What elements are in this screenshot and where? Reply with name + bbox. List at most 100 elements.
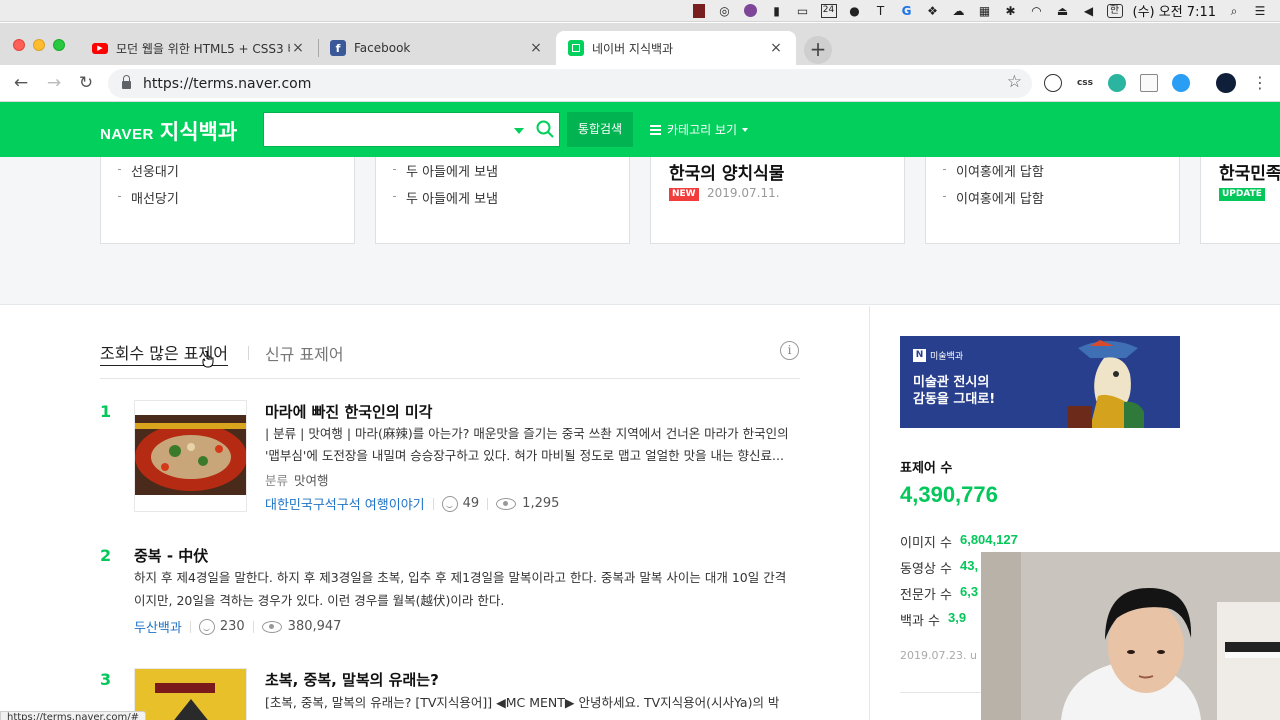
entry-title[interactable]: 마라에 빠진 한국인의 미각 bbox=[265, 401, 432, 422]
bluetooth-icon[interactable]: ✱ bbox=[1003, 4, 1019, 18]
url-text[interactable]: https://terms.naver.com bbox=[143, 76, 311, 92]
smile-icon[interactable] bbox=[198, 618, 215, 635]
tab-label: Facebook bbox=[354, 41, 411, 55]
naver-header: NAVER 지식백과 통합검색 카테고리 보기 bbox=[0, 102, 1280, 157]
css-extension-icon[interactable]: css bbox=[1076, 74, 1094, 92]
grid-icon[interactable]: ▦ bbox=[977, 4, 993, 18]
card-title[interactable]: 한국민족 bbox=[1219, 159, 1280, 184]
chat-bubble-icon[interactable]: ● bbox=[847, 4, 863, 18]
screen-recorder-icon[interactable] bbox=[691, 3, 707, 18]
entry-thumbnail[interactable] bbox=[134, 668, 247, 720]
cloud-sync-icon[interactable]: ◎ bbox=[717, 4, 733, 18]
extension-teal-icon[interactable] bbox=[1108, 74, 1126, 92]
address-bar[interactable]: https://terms.naver.com ☆ bbox=[108, 69, 1032, 98]
featured-card[interactable]: 선웅대기 매선당기 bbox=[100, 157, 355, 244]
search-input[interactable] bbox=[272, 119, 508, 141]
calendar-icon[interactable]: 24 bbox=[820, 3, 837, 18]
menubar-clock[interactable]: (수) 오전 7:11 bbox=[1133, 1, 1216, 20]
close-icon[interactable]: × bbox=[768, 40, 784, 56]
window-zoom-button[interactable] bbox=[53, 39, 65, 51]
info-icon[interactable]: i bbox=[780, 341, 799, 360]
entry-category: 분류 맛여행 bbox=[265, 473, 329, 488]
featured-card[interactable]: 이여홍에게 답함 이여홍에게 답함 bbox=[925, 157, 1180, 244]
category-label: 카테고리 보기 bbox=[667, 123, 738, 137]
stats-date: 2019.07.23. u bbox=[900, 649, 977, 662]
tab-youtube[interactable]: ▶ 모던 웹을 위한 HTML5 + CSS3 바 × bbox=[80, 31, 318, 65]
forward-button[interactable]: → bbox=[42, 71, 66, 95]
card-item[interactable]: 이여홍에게 답함 bbox=[943, 161, 1044, 180]
tab-naver-terms[interactable]: 네이버 지식백과 × bbox=[556, 31, 796, 65]
entry-description: '맵부심'에 도전장을 내밀며 승승장구하고 있다. 혀가 마비될 정도로 맵고… bbox=[265, 448, 784, 463]
dropbox-icon[interactable]: ❖ bbox=[925, 4, 941, 18]
spotlight-search-icon[interactable]: ⌕ bbox=[1226, 4, 1242, 18]
entry-count-title: 표제어 수 bbox=[900, 461, 953, 476]
chevron-down-icon bbox=[742, 127, 749, 132]
stat-row: 전문가 수 6,3 bbox=[900, 584, 979, 603]
back-button[interactable]: ← bbox=[9, 71, 33, 95]
featured-card[interactable]: 한국민족 UPDATE bbox=[1200, 157, 1280, 244]
input-method-icon[interactable]: 한 bbox=[1106, 3, 1123, 18]
wifi-icon[interactable]: ◠ bbox=[1029, 4, 1045, 18]
eject-icon[interactable]: ⏏ bbox=[1055, 4, 1071, 18]
tab-label: 모던 웹을 위한 HTML5 + CSS3 바 bbox=[116, 41, 290, 56]
entry-title[interactable]: 초복, 중복, 말복의 유래는? bbox=[265, 669, 439, 690]
card-item[interactable]: 이여홍에게 답함 bbox=[943, 188, 1044, 207]
update-badge: UPDATE bbox=[1219, 188, 1265, 201]
notification-center-icon[interactable]: ☰ bbox=[1252, 4, 1268, 18]
browser-tabstrip: ▶ 모던 웹을 위한 HTML5 + CSS3 바 × f Facebook ×… bbox=[0, 23, 1280, 65]
search-icon[interactable] bbox=[536, 120, 554, 138]
extension-globe-icon[interactable] bbox=[1172, 74, 1190, 92]
card-item[interactable]: 매선당기 bbox=[118, 188, 179, 207]
cloud-upload-icon[interactable]: ☁ bbox=[951, 4, 967, 18]
eye-icon bbox=[496, 497, 517, 510]
card-item[interactable]: 선웅대기 bbox=[118, 161, 179, 180]
extension-window-icon[interactable] bbox=[1140, 74, 1158, 92]
popular-entries-section: 조회수 많은 표제어 신규 표제어 i 1 마라에 빠진 한국인의 미각 | 분… bbox=[0, 306, 870, 720]
entry-count-total: 4,390,776 bbox=[900, 482, 998, 507]
reload-button[interactable]: ↻ bbox=[74, 71, 98, 95]
window-icon[interactable]: ▭ bbox=[795, 4, 811, 18]
art-encyclopedia-banner[interactable]: N 미술백과 미술관 전시의 감동을 그대로! bbox=[900, 336, 1180, 428]
extension-dark-icon[interactable] bbox=[1044, 74, 1062, 92]
window-close-button[interactable] bbox=[13, 39, 25, 51]
tab-facebook[interactable]: f Facebook × bbox=[318, 31, 556, 65]
tab-label: 네이버 지식백과 bbox=[592, 41, 674, 56]
integrated-search-button[interactable]: 통합검색 bbox=[567, 112, 633, 147]
volume-icon[interactable]: ◀ bbox=[1081, 4, 1097, 18]
card-title[interactable]: 한국의 양치식물 bbox=[669, 159, 784, 184]
text-tool-icon[interactable]: T bbox=[873, 4, 889, 18]
bookmark-icon[interactable]: ▮ bbox=[769, 4, 785, 18]
featured-card[interactable]: 한국의 양치식물 NEW 2019.07.11. bbox=[650, 157, 905, 244]
chrome-menu-icon[interactable]: ⋮ bbox=[1248, 71, 1272, 95]
webcam-image bbox=[981, 552, 1280, 720]
hand-cursor-icon bbox=[202, 351, 214, 368]
naver-logo[interactable]: NAVER 지식백과 bbox=[100, 116, 237, 146]
tor-icon[interactable] bbox=[743, 4, 759, 18]
smile-icon[interactable] bbox=[441, 495, 458, 512]
lock-icon bbox=[122, 75, 131, 89]
entry-thumbnail[interactable] bbox=[134, 400, 247, 512]
google-icon[interactable]: G bbox=[899, 4, 915, 18]
category-view-button[interactable]: 카테고리 보기 bbox=[650, 121, 749, 138]
new-badge: NEW bbox=[669, 188, 699, 201]
window-minimize-button[interactable] bbox=[33, 39, 45, 51]
card-item[interactable]: 두 아들에게 보냄 bbox=[393, 188, 498, 207]
entry-description: 하지 후 제4경일을 말한다. 하지 후 제3경일을 초복, 입추 후 제1경일… bbox=[134, 570, 787, 585]
profile-avatar[interactable] bbox=[1216, 73, 1236, 93]
close-icon[interactable]: × bbox=[290, 40, 306, 56]
entry-source-link[interactable]: 대한민국구석구석 여행이야기 bbox=[265, 494, 425, 513]
autocomplete-toggle-icon[interactable] bbox=[514, 128, 524, 134]
mala-dish-image bbox=[135, 401, 246, 511]
search-box bbox=[263, 112, 560, 147]
tab-new-entries[interactable]: 신규 표제어 bbox=[265, 341, 344, 365]
featured-card[interactable]: 두 아들에게 보냄 두 아들에게 보냄 bbox=[375, 157, 630, 244]
like-count: 230 bbox=[219, 619, 245, 634]
close-icon[interactable]: × bbox=[528, 40, 544, 56]
card-date: 2019.07.11. bbox=[707, 186, 780, 200]
card-item[interactable]: 두 아들에게 보냄 bbox=[393, 161, 498, 180]
entry-title[interactable]: 중복 - 中伏 bbox=[134, 545, 208, 566]
bookmark-star-icon[interactable]: ☆ bbox=[1007, 72, 1022, 92]
entry-source-link[interactable]: 두산백과 bbox=[134, 617, 182, 636]
new-tab-button[interactable]: + bbox=[804, 36, 832, 64]
webcam-overlay bbox=[981, 552, 1280, 720]
